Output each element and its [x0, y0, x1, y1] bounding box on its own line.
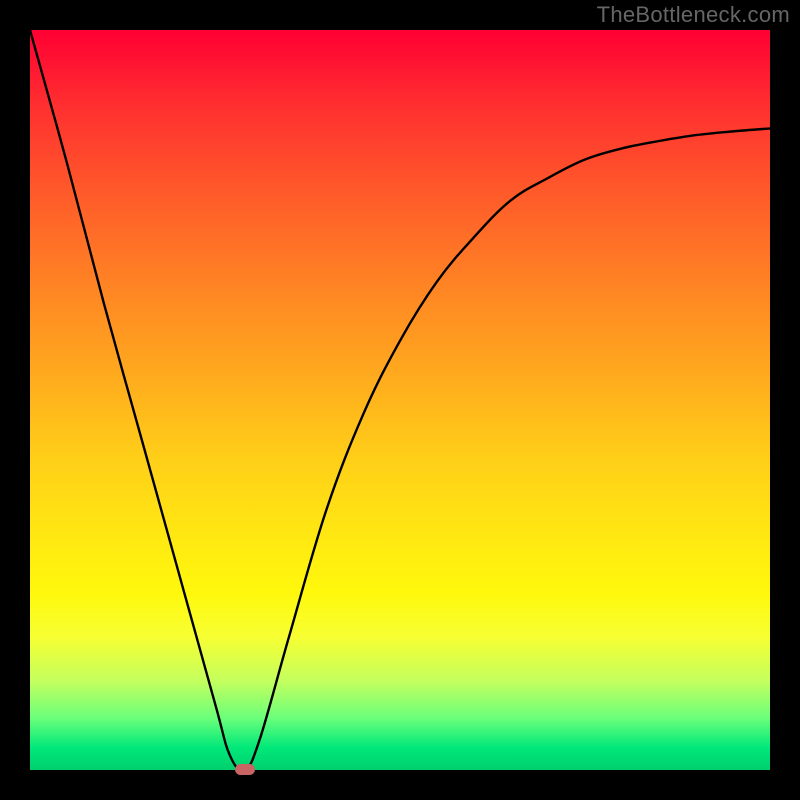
curve-svg [30, 30, 770, 770]
chart-frame: TheBottleneck.com [0, 0, 800, 800]
watermark-text: TheBottleneck.com [597, 2, 790, 28]
bottleneck-curve [30, 30, 770, 770]
plot-area [30, 30, 770, 770]
minimum-marker [235, 764, 255, 775]
